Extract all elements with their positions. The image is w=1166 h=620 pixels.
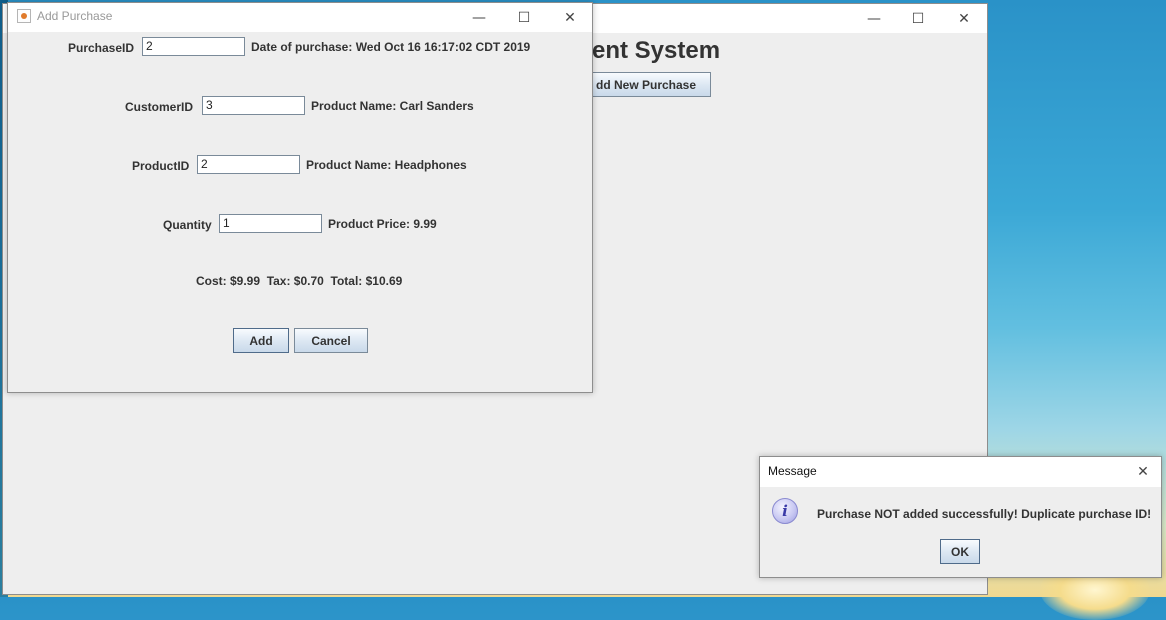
purchase-id-label: PurchaseID [68, 41, 135, 55]
message-close-button[interactable]: ✕ [1124, 457, 1162, 487]
info-icon: i [772, 498, 798, 524]
date-of-purchase-text: Date of purchase: Wed Oct 16 16:17:02 CD… [251, 40, 531, 54]
message-title: Message [768, 464, 817, 478]
purchase-id-input[interactable]: 2 [142, 37, 245, 56]
ok-button[interactable]: OK [940, 539, 980, 564]
dialog-close-button[interactable]: ✕ [547, 3, 593, 32]
main-minimize-button[interactable]: — [851, 4, 897, 33]
product-id-input[interactable]: 2 [197, 155, 300, 174]
quantity-input[interactable]: 1 [219, 214, 322, 233]
dialog-minimize-button[interactable]: — [456, 3, 502, 32]
product-id-label: ProductID [132, 159, 190, 173]
main-heading: ent System [592, 37, 721, 64]
totals-text: Cost: $9.99 Tax: $0.70 Total: $10.69 [196, 274, 403, 288]
dialog-title: Add Purchase [37, 9, 113, 23]
dialog-titlebar: Add Purchase — ☐ ✕ [8, 3, 592, 32]
customer-id-label: CustomerID [125, 100, 194, 114]
message-text: Purchase NOT added successfully! Duplica… [817, 507, 1152, 521]
add-new-purchase-button[interactable]: dd New Purchase [581, 72, 711, 97]
cancel-button[interactable]: Cancel [294, 328, 368, 353]
product-name-text: Product Name: Headphones [306, 158, 467, 172]
message-dialog: Message ✕ i Purchase NOT added successfu… [759, 456, 1162, 578]
java-icon [17, 9, 31, 23]
main-close-button[interactable]: ✕ [941, 4, 987, 33]
quantity-label: Quantity [163, 218, 212, 232]
customer-name-text: Product Name: Carl Sanders [311, 99, 474, 113]
product-price-text: Product Price: 9.99 [328, 217, 437, 231]
customer-id-input[interactable]: 3 [202, 96, 305, 115]
add-purchase-dialog: Add Purchase — ☐ ✕ PurchaseID 2 Date of … [7, 2, 593, 393]
add-button[interactable]: Add [233, 328, 289, 353]
main-maximize-button[interactable]: ☐ [895, 4, 941, 33]
dialog-maximize-button[interactable]: ☐ [501, 3, 547, 32]
message-titlebar: Message ✕ [760, 457, 1161, 487]
